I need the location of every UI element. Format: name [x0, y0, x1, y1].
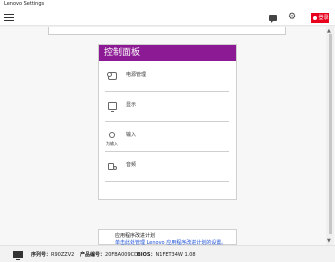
- window-title: Lenovo Settings: [4, 1, 45, 7]
- gear-icon[interactable]: ⚙: [288, 13, 296, 22]
- product-number: 产品编号：20FBA009CD: [80, 252, 138, 258]
- status-bar: 序列号：R90ZZV2 产品编号：20FBA009CD BIOS：N1FET34…: [0, 245, 335, 262]
- power-icon: [107, 72, 117, 80]
- control-panel-header: 控制面板: [99, 45, 236, 61]
- audio-icon: [108, 162, 117, 170]
- display-icon: [108, 102, 117, 112]
- title-bar: Lenovo Settings: [0, 0, 335, 10]
- panel-item-label: 显示: [126, 102, 137, 108]
- panel-item-sublabel: 为输入: [106, 141, 118, 146]
- login-label: 登录: [318, 15, 329, 21]
- panel-item-label: 电源管理: [126, 72, 147, 78]
- panel-item-label: 音频: [126, 162, 137, 168]
- vertical-scrollbar[interactable]: ▲ ▼: [326, 27, 334, 245]
- main-content: 控制面板 电源管理 显示 为输入 输入 音频 应用程序改进计划 单击此处管理 L…: [0, 27, 335, 246]
- bios-version: BIOS：N1FET34W 1.08: [137, 252, 196, 258]
- monitor-icon: [13, 251, 23, 260]
- login-button[interactable]: 登录: [311, 13, 329, 23]
- scroll-down-icon[interactable]: ▼: [327, 238, 331, 244]
- panel-item-label: 输入: [126, 132, 137, 138]
- app-window: Lenovo Settings ⚙ 登录 控制面板 电源管理 显示 为输入 输入: [0, 0, 335, 262]
- previous-card: [48, 27, 286, 35]
- control-panel-card: 控制面板 电源管理 显示 为输入 输入 音频: [98, 44, 237, 200]
- improvement-program-box: 应用程序改进计划 单击此处管理 Lenovo 应用程序改进计划的设置。: [98, 229, 237, 246]
- user-icon: [313, 15, 318, 20]
- chat-icon[interactable]: [269, 15, 277, 23]
- hamburger-menu-icon[interactable]: [4, 14, 14, 22]
- panel-item-audio[interactable]: 音频: [105, 156, 229, 182]
- serial-number: 序列号：R90ZZV2: [31, 252, 75, 258]
- panel-item-input[interactable]: 为输入 输入: [105, 126, 229, 152]
- improvement-program-title: 应用程序改进计划: [115, 233, 156, 239]
- scroll-thumb[interactable]: [329, 34, 332, 234]
- panel-item-display[interactable]: 显示: [105, 96, 229, 122]
- panel-item-power[interactable]: 电源管理: [105, 66, 229, 92]
- app-bar: ⚙ 登录: [0, 10, 335, 26]
- input-icon: [108, 132, 117, 140]
